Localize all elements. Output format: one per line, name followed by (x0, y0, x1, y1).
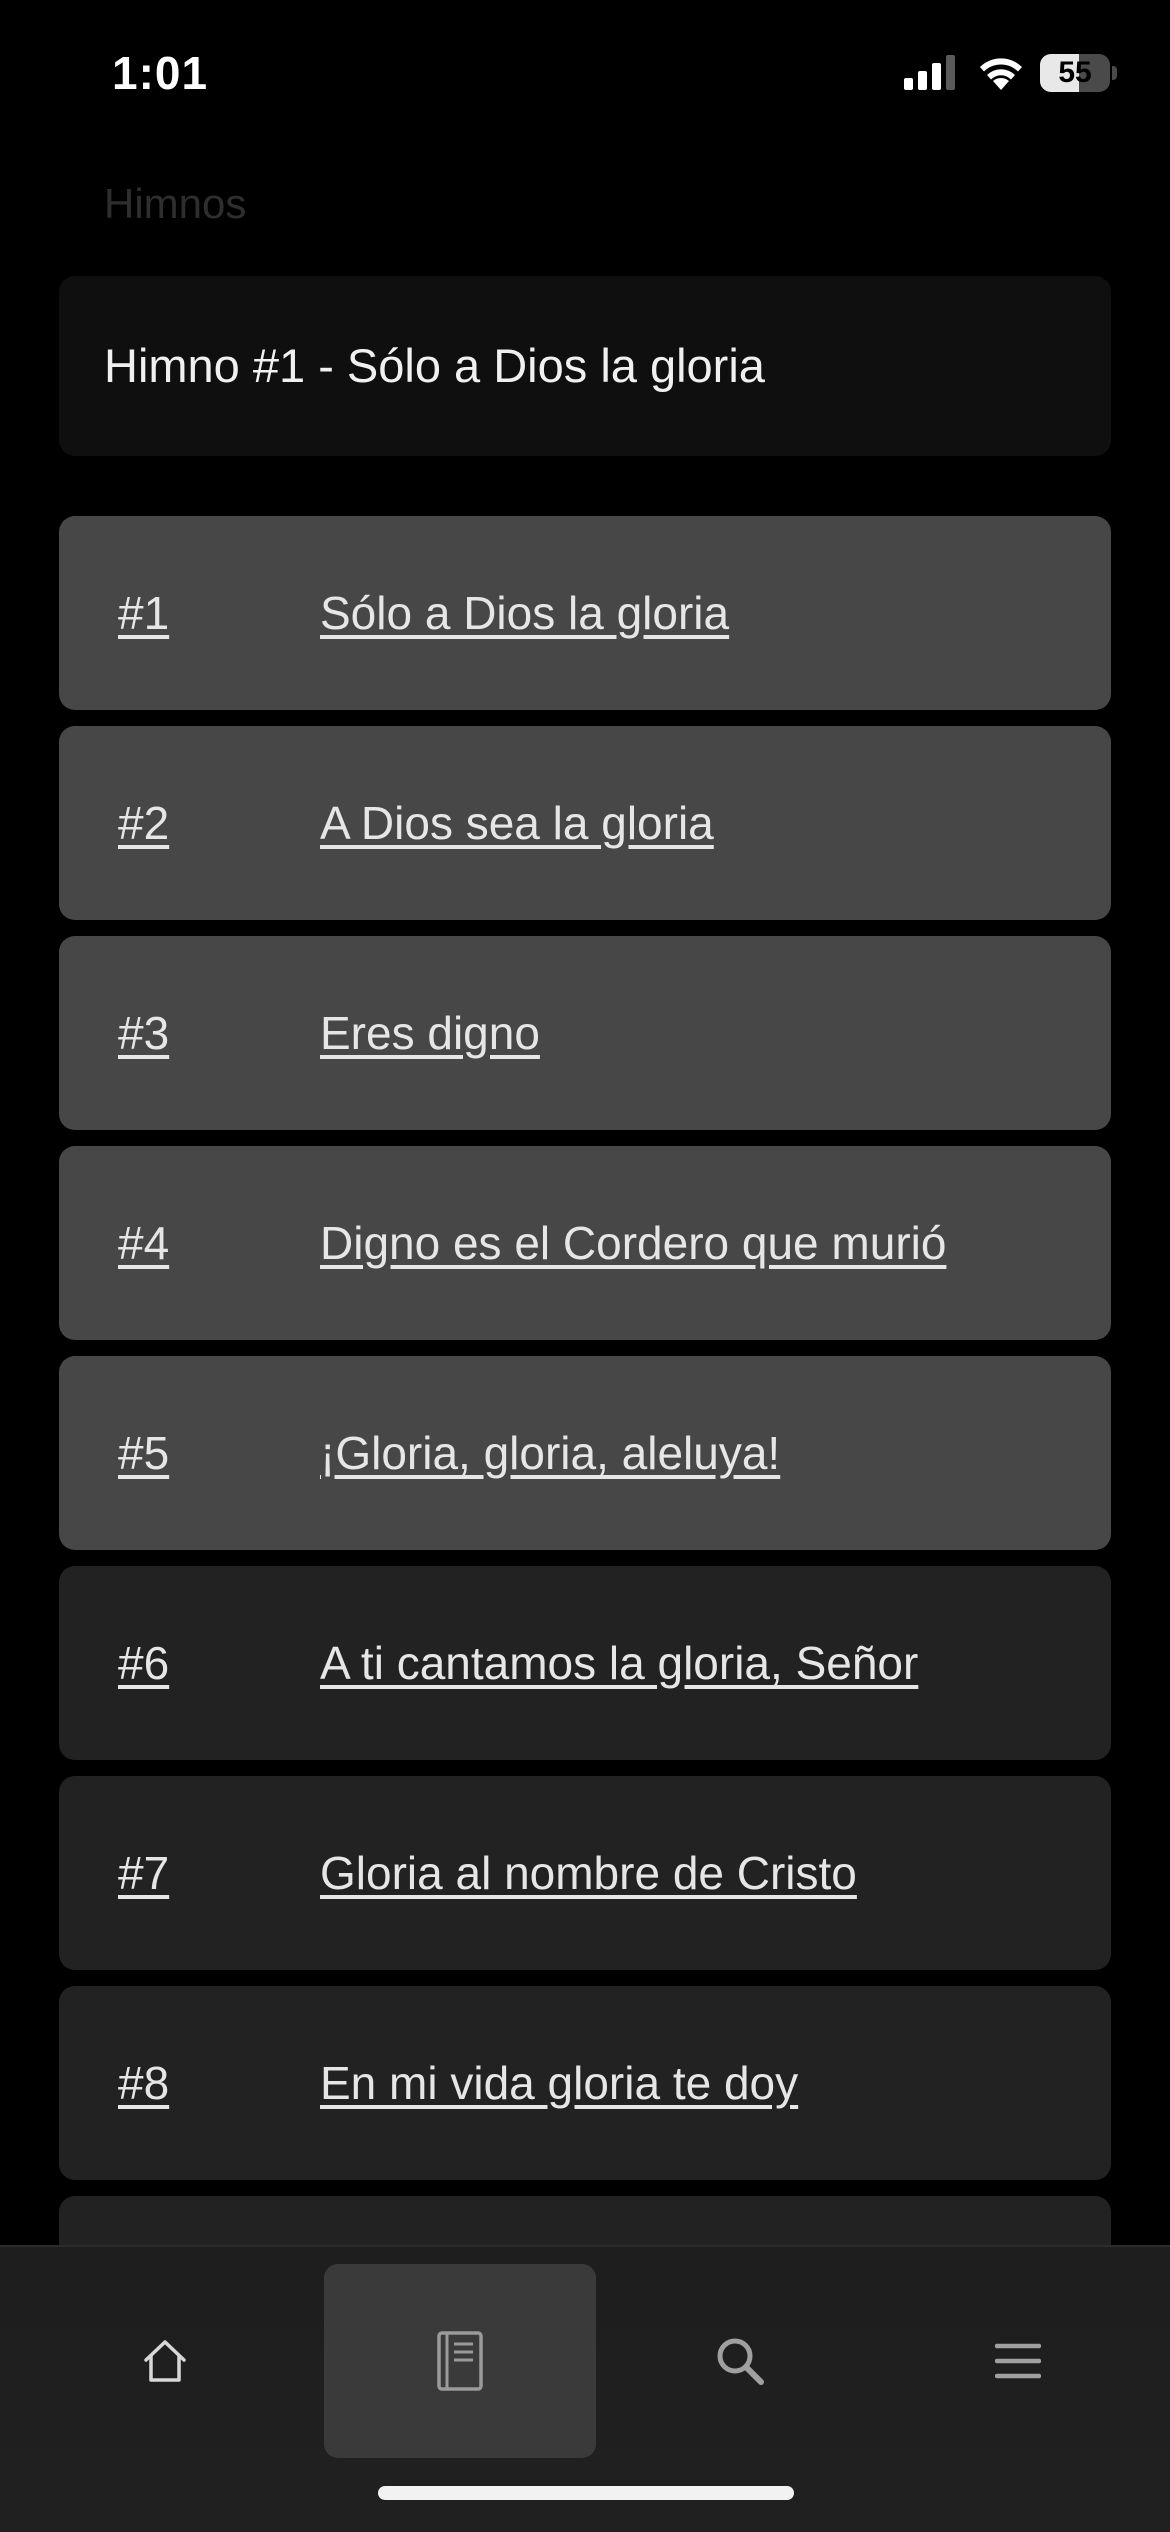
hymn-title-link[interactable]: Gloria al nombre de Cristo (320, 1776, 857, 1970)
hymn-row[interactable]: #1 Sólo a Dios la gloria (59, 516, 1111, 710)
hymn-title-link[interactable]: ¡Gloria, gloria, aleluya! (320, 1356, 780, 1550)
hymn-row[interactable]: #7 Gloria al nombre de Cristo (59, 1776, 1111, 1970)
hymn-number-link[interactable]: #1 (118, 516, 169, 710)
hymn-row[interactable]: #2 A Dios sea la gloria (59, 726, 1111, 920)
hymn-row[interactable]: #8 En mi vida gloria te doy (59, 1986, 1111, 2180)
hymn-row[interactable]: #6 A ti cantamos la gloria, Señor (59, 1566, 1111, 1760)
hymn-list: #1 Sólo a Dios la gloria #2 A Dios sea la g… (59, 516, 1111, 2406)
status-time: 1:01 (112, 47, 209, 99)
nav-hymnal[interactable] (324, 2264, 596, 2458)
hymn-row[interactable]: #3 Eres digno (59, 936, 1111, 1130)
hymnal-book-icon (437, 2331, 483, 2391)
hymn-number-link[interactable]: #4 (118, 1146, 169, 1340)
current-hymn-title: Himno #1 - Sólo a Dios la gloria (104, 339, 765, 392)
signal-icon (904, 55, 955, 90)
nav-search[interactable] (604, 2264, 876, 2458)
home-indicator[interactable] (378, 2486, 794, 2500)
nav-home[interactable] (29, 2264, 301, 2458)
page-title: Himnos (104, 180, 247, 227)
hymn-number-link[interactable]: #3 (118, 936, 169, 1130)
status-bar: 1:01 55 (0, 0, 1170, 150)
hymn-number-link[interactable]: #8 (118, 1986, 169, 2180)
search-icon (717, 2338, 764, 2385)
hymn-row[interactable]: #5 ¡Gloria, gloria, aleluya! (59, 1356, 1111, 1550)
hymn-title-link[interactable]: En mi vida gloria te doy (320, 1986, 798, 2180)
hymn-number-link[interactable]: #2 (118, 726, 169, 920)
menu-icon (995, 2343, 1041, 2379)
home-icon (144, 2340, 186, 2382)
hymn-title-link[interactable]: Sólo a Dios la gloria (320, 516, 729, 710)
hymn-title-link[interactable]: A Dios sea la gloria (320, 726, 714, 920)
hymn-row[interactable]: #4 Digno es el Cordero que murió (59, 1146, 1111, 1340)
battery-level: 55 (1058, 56, 1092, 89)
battery-icon: 55 (1040, 54, 1117, 92)
nav-menu[interactable] (882, 2264, 1154, 2458)
current-hymn-banner[interactable]: Himno #1 - Sólo a Dios la gloria (59, 276, 1111, 456)
hymn-title-link[interactable]: Digno es el Cordero que murió (320, 1146, 946, 1340)
hymn-title-link[interactable]: A ti cantamos la gloria, Señor (320, 1566, 918, 1760)
hymn-number-link[interactable]: #5 (118, 1356, 169, 1550)
hymn-number-link[interactable]: #6 (118, 1566, 169, 1760)
hymn-title-link[interactable]: Eres digno (320, 936, 540, 1130)
hymn-number-link[interactable]: #7 (118, 1776, 169, 1970)
wifi-icon (980, 58, 1022, 90)
app-screen: 1:01 55 Himnos Himno #1 - Sólo a Dios la… (0, 0, 1170, 2532)
